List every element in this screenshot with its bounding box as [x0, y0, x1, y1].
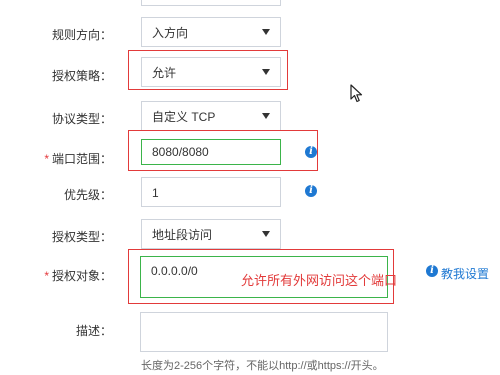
teach-me-link[interactable]: 教我设置: [441, 265, 489, 282]
priority-value: 1: [152, 186, 159, 200]
chevron-down-icon: [262, 29, 270, 35]
direction-select[interactable]: 入方向: [141, 17, 281, 47]
info-icon: i: [426, 265, 438, 277]
annotation-text: 允许所有外网访问这个端口: [241, 274, 398, 289]
partial-field-top: [141, 0, 281, 6]
port-range-label: * 端口范围：: [44, 152, 112, 166]
auth-object-label: * 授权对象：: [44, 269, 112, 283]
auth-type-value: 地址段访问: [152, 228, 213, 242]
auth-type-select[interactable]: 地址段访问: [141, 219, 281, 249]
required-mark: *: [44, 152, 49, 166]
protocol-select[interactable]: 自定义 TCP: [141, 101, 281, 131]
description-textarea[interactable]: [140, 312, 388, 352]
description-label: 描述：: [75, 324, 112, 338]
description-hint: 长度为2-256个字符，不能以http://或https://开头。: [141, 360, 384, 372]
protocol-value: 自定义 TCP: [152, 110, 216, 124]
protocol-label: 协议类型：: [51, 112, 112, 126]
required-mark: *: [44, 269, 49, 283]
priority-label: 优先级：: [63, 188, 112, 202]
direction-value: 入方向: [152, 26, 189, 40]
policy-label: 授权策略：: [51, 69, 112, 83]
auth-type-label: 授权类型：: [51, 230, 112, 244]
priority-input[interactable]: 1: [141, 177, 281, 207]
policy-annotation-box: [128, 50, 288, 90]
direction-label: 规则方向：: [51, 28, 112, 42]
info-icon[interactable]: i: [305, 185, 317, 197]
info-icon[interactable]: i: [305, 146, 317, 158]
mouse-cursor-icon: [350, 84, 363, 103]
chevron-down-icon: [262, 231, 270, 237]
chevron-down-icon: [262, 113, 270, 119]
port-range-annotation-box: [128, 130, 318, 171]
